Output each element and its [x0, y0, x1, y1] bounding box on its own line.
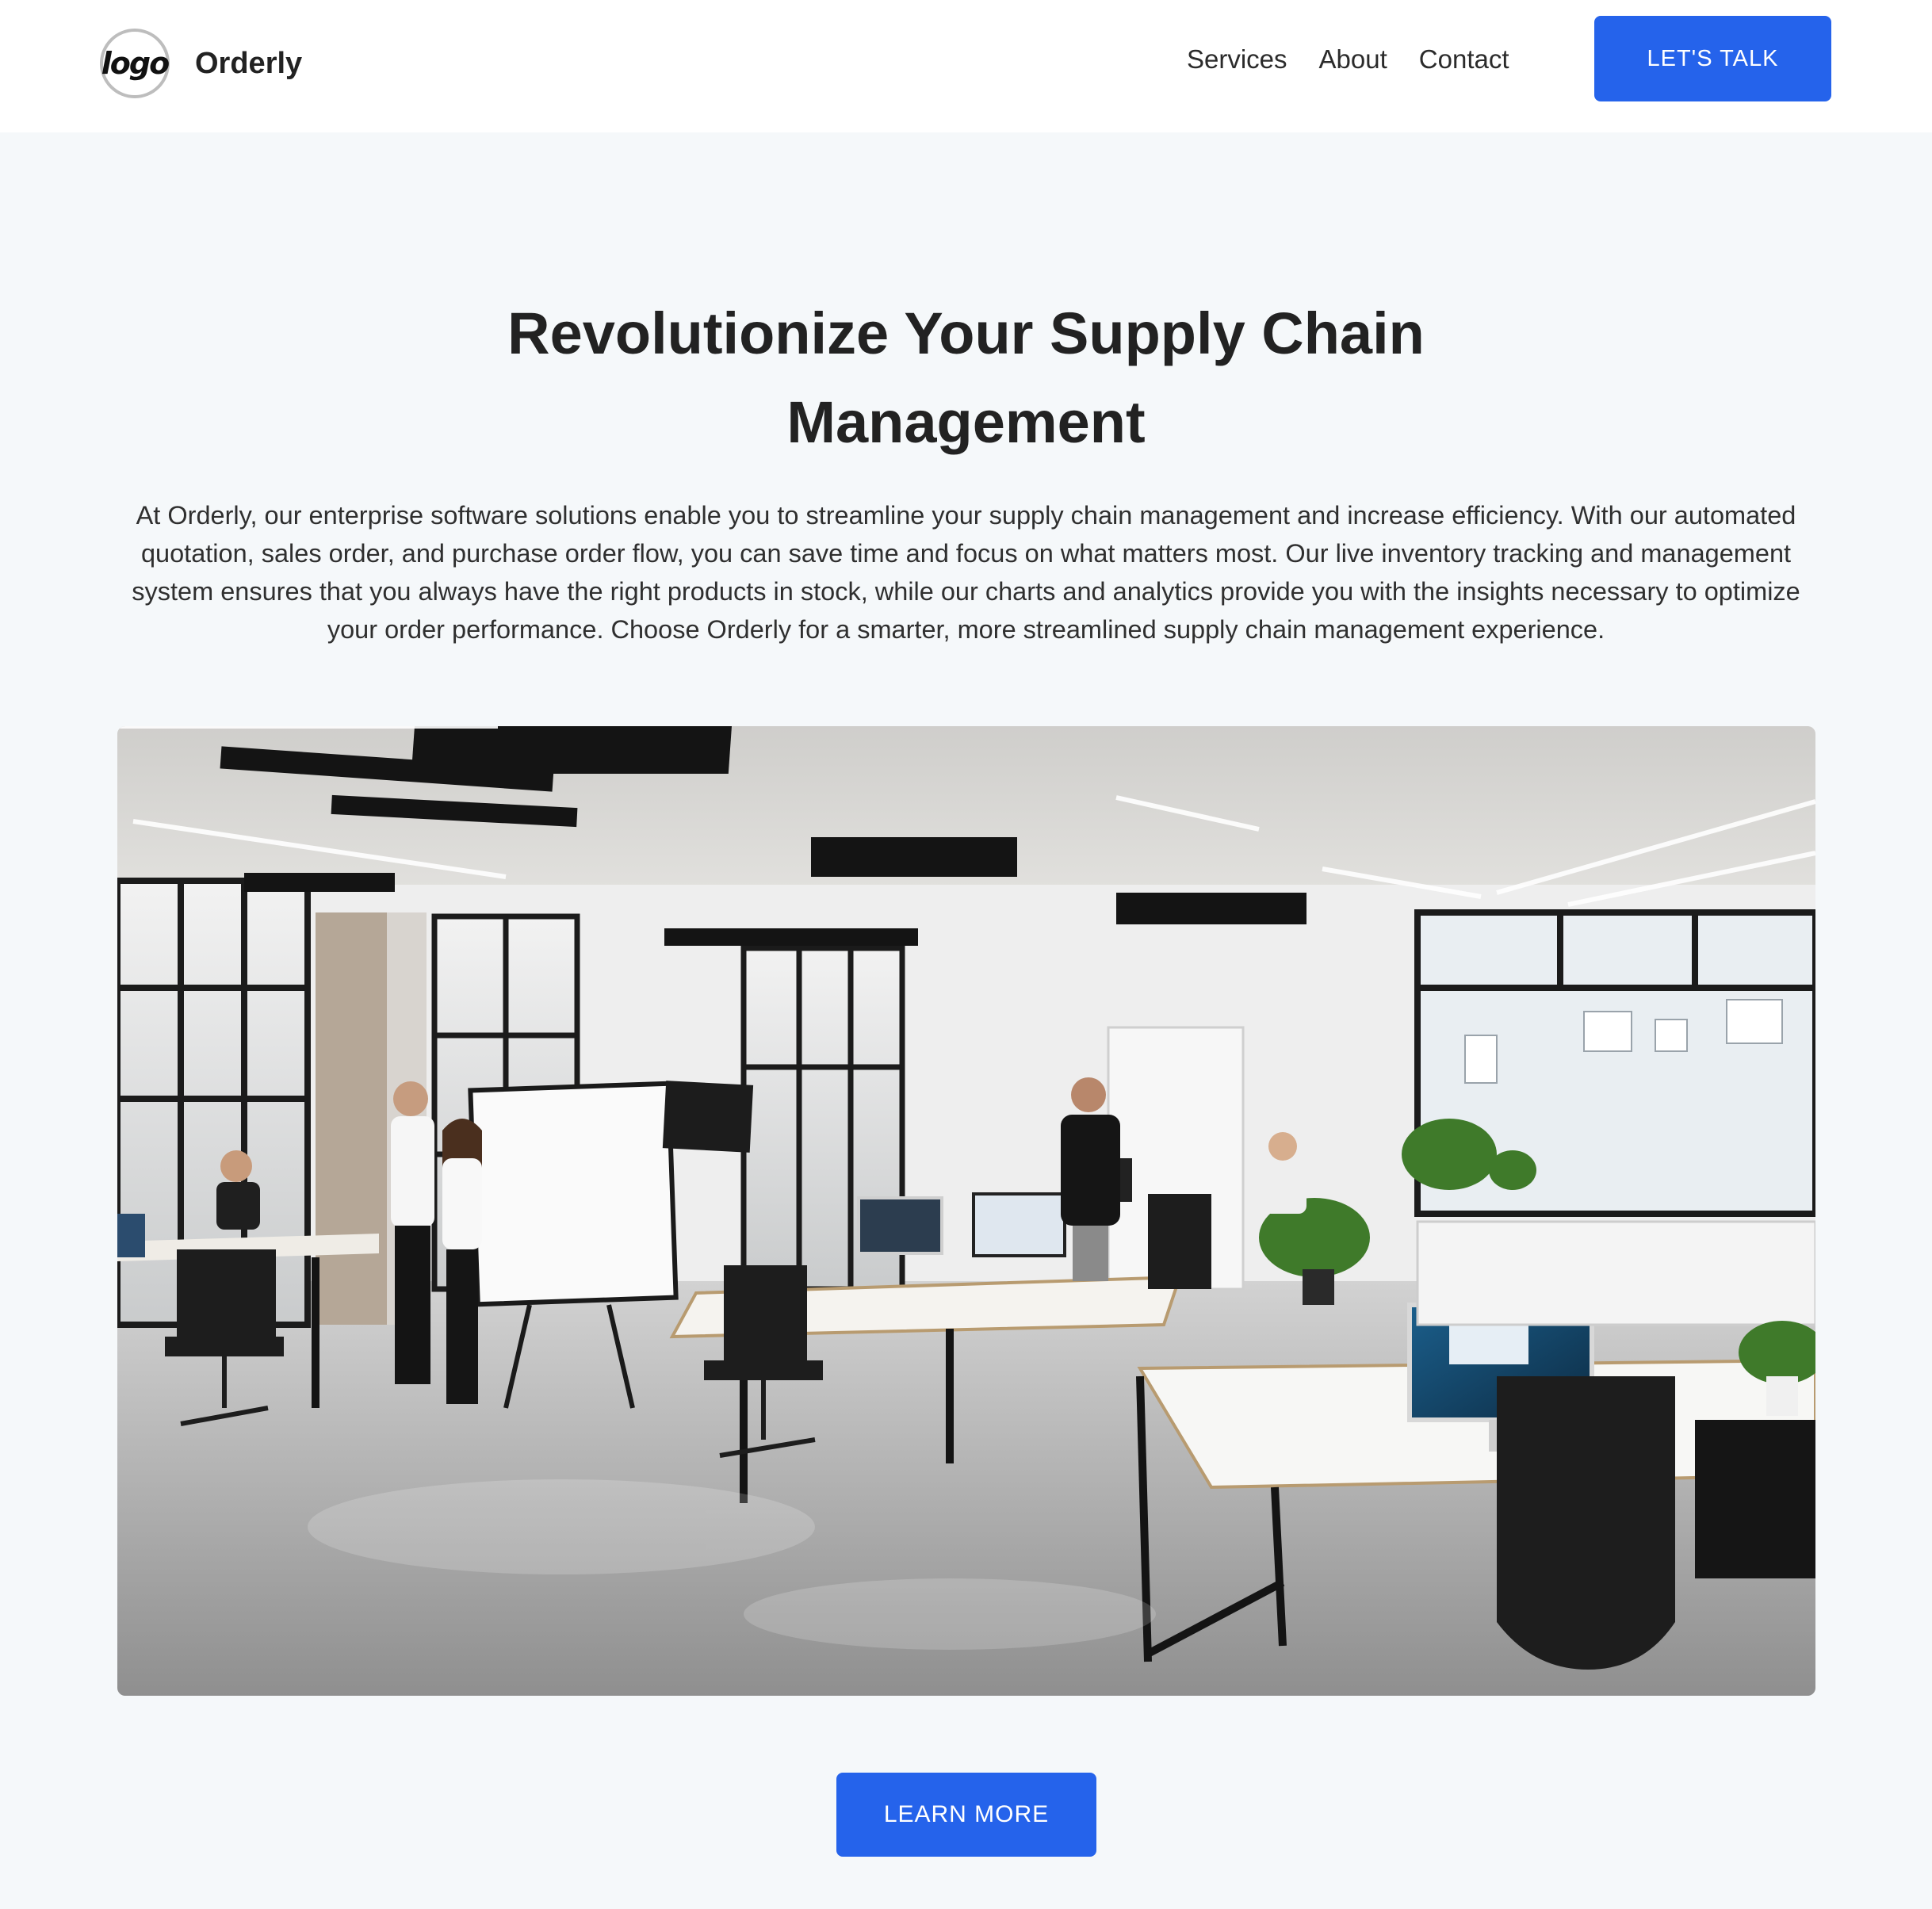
page-title: Revolutionize Your Supply Chain Manageme… [0, 289, 1932, 467]
site-header: logo Orderly Services About Contact LET'… [0, 0, 1932, 132]
nav-link-contact[interactable]: Contact [1419, 40, 1509, 79]
logo-icon[interactable]: logo [100, 29, 170, 98]
main-nav: Services About Contact [1187, 40, 1509, 79]
nav-link-about[interactable]: About [1319, 40, 1387, 79]
nav-link-services[interactable]: Services [1187, 40, 1287, 79]
learn-more-button[interactable]: LEARN MORE [836, 1773, 1096, 1857]
brand[interactable]: logo Orderly [100, 29, 302, 98]
hero-description: At Orderly, our enterprise software solu… [132, 501, 1800, 644]
logo-text: logo [101, 46, 170, 81]
office-illustration [117, 726, 1815, 1696]
page-title-line-2: Management [786, 389, 1146, 455]
office-photo [117, 726, 1815, 1696]
lets-talk-button[interactable]: LET'S TALK [1594, 16, 1831, 101]
page-title-line-1: Revolutionize Your Supply Chain [507, 300, 1425, 366]
brand-name[interactable]: Orderly [195, 47, 302, 81]
